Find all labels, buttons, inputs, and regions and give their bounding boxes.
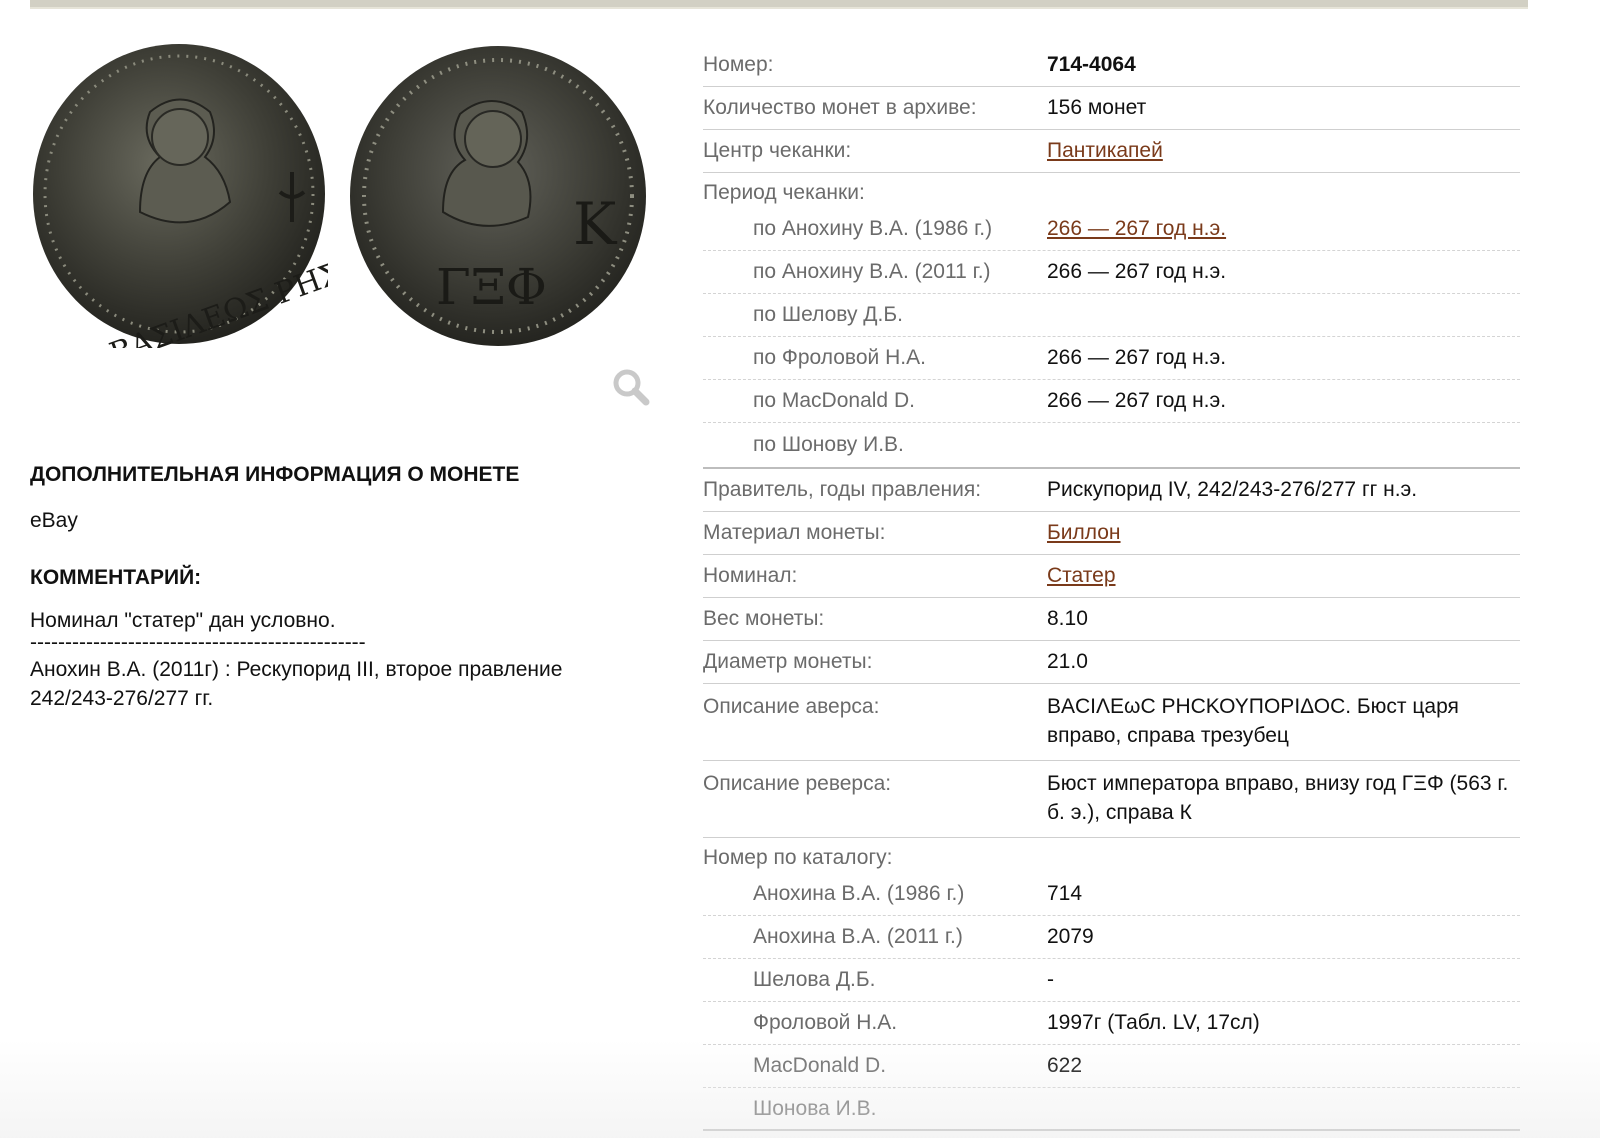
spec-row-catalog-heading: Номер по каталогу: [703, 838, 1520, 873]
catalog-row: Анохина В.А. (2011 г.) 2079 [703, 916, 1520, 959]
period-value: 266 — 267 год н.э. [1047, 346, 1227, 369]
spec-label: Номинал: [703, 564, 798, 587]
catalog-source-label: Шелова Д.Б. [753, 968, 876, 991]
catalog-value: 2079 [1047, 925, 1094, 948]
material-link[interactable]: Биллон [1047, 521, 1121, 544]
period-source-label: по Анохину В.А. (2011 г.) [753, 260, 991, 283]
additional-info-panel: ДОПОЛНИТЕЛЬНАЯ ИНФОРМАЦИЯ О МОНЕТЕ eBay … [30, 462, 650, 713]
spec-row-denomination: Номинал: Статер [703, 555, 1520, 598]
denomination-link[interactable]: Статер [1047, 564, 1116, 587]
spec-label: Материал монеты: [703, 521, 886, 544]
catalog-source-label: Анохина В.А. (2011 г.) [753, 925, 963, 948]
period-row: по Анохину В.А. (2011 г.) 266 — 267 год … [703, 251, 1520, 294]
coin-obverse-image[interactable]: ΒΑΣΙΛΕΩΣ ΡΗΣΚΟΥΠΟΡΙΔΟΣ [30, 42, 328, 348]
comment-line-2: Анохин В.А. (2011г) : Рескупорид III, вт… [30, 658, 563, 710]
spec-label: Вес монеты: [703, 607, 825, 630]
comment-line-1: Номинал "статер" дан условно. [30, 609, 336, 632]
period-row: по MacDonald D. 266 — 267 год н.э. [703, 380, 1520, 423]
spec-value: ΒΑCΙΛΕωC ΡΗCΚΟΥΠΟΡΙΔΟC. Бюст царя вправо… [1047, 695, 1459, 747]
period-row: по Шелову Д.Б. [703, 294, 1520, 337]
spec-value: 8.10 [1047, 607, 1088, 630]
catalog-row: Анохина В.А. (1986 г.) 714 [703, 873, 1520, 916]
mint-link[interactable]: Пантикапей [1047, 139, 1163, 162]
spec-value: 21.0 [1047, 650, 1088, 673]
spec-row-number: Номер: 714-4064 [703, 44, 1520, 87]
spec-row-material: Материал монеты: Биллон [703, 512, 1520, 555]
spec-value: 156 монет [1047, 96, 1147, 119]
spec-row-obverse: Описание аверса: ΒΑCΙΛΕωC ΡΗCΚΟΥΠΟΡΙΔΟC.… [703, 684, 1520, 761]
spec-row-ruler: Правитель, годы правления: Рискупорид IV… [703, 469, 1520, 512]
spec-value: Бюст императора вправо, внизу год ΓΞΦ (5… [1047, 772, 1509, 824]
period-source-label: по Шелову Д.Б. [753, 303, 903, 326]
spec-label: Правитель, годы правления: [703, 478, 982, 501]
period-row: по Шонову И.В. [703, 423, 1520, 469]
catalog-source-label: Анохина В.А. (1986 г.) [753, 882, 965, 905]
reverse-letter-right: Κ [573, 190, 618, 258]
period-value: 266 — 267 год н.э. [1047, 389, 1227, 412]
period-source-label: по Шонову И.В. [753, 433, 904, 456]
period-source-label: по Фроловой Н.А. [753, 346, 926, 369]
period-source-label: по Анохину В.А. (1986 г.) [753, 217, 993, 240]
coin-reverse-image[interactable]: Κ ΓΞΦ [348, 44, 648, 348]
period-source-label: по MacDonald D. [753, 389, 915, 412]
period-row: по Фроловой Н.А. 266 — 267 год н.э. [703, 337, 1520, 380]
catalog-row: Шонова И.В. [703, 1088, 1520, 1131]
spec-row-archive-count: Количество монет в архиве: 156 монет [703, 87, 1520, 130]
source-text: eBay [30, 509, 78, 532]
catalog-source-label: Фроловой Н.А. [753, 1011, 898, 1034]
spec-row-reverse: Описание реверса: Бюст императора вправо… [703, 761, 1520, 838]
period-link[interactable]: 266 — 267 год н.э. [1047, 217, 1226, 240]
spec-label: Номер: [703, 53, 774, 76]
comment-separator: ----------------------------------------… [30, 635, 366, 654]
catalog-source-label: MacDonald D. [753, 1054, 887, 1077]
catalog-source-label: Шонова И.В. [753, 1096, 877, 1120]
spec-row-period-heading: Период чеканки: [703, 173, 1520, 208]
spec-label: Диаметр монеты: [703, 650, 873, 673]
spec-label: Количество монет в архиве: [703, 96, 977, 119]
spec-label: Номер по каталогу: [703, 846, 893, 869]
coin-gallery: ΒΑΣΙΛΕΩΣ ΡΗΣΚΟΥΠΟΡΙΔΟΣ Κ ΓΞΦ [30, 40, 652, 410]
reverse-letters-bottom: ΓΞΦ [436, 258, 547, 316]
catalog-value: 714 [1047, 882, 1083, 905]
catalog-row: MacDonald D. 622 [703, 1045, 1520, 1088]
catalog-value: - [1047, 968, 1054, 991]
catalog-row: Фроловой Н.А. 1997г (Табл. LV, 17сл) [703, 1002, 1520, 1045]
spec-label: Центр чеканки: [703, 139, 852, 162]
period-row: по Анохину В.А. (1986 г.) 266 — 267 год … [703, 208, 1520, 251]
period-value: 266 — 267 год н.э. [1047, 260, 1227, 283]
comment-heading: КОММЕНТАРИЙ: [30, 566, 202, 589]
spec-row-diameter: Диаметр монеты: 21.0 [703, 641, 1520, 684]
spec-value: Рискупорид IV, 242/243-276/277 гг н.э. [1047, 478, 1418, 501]
catalog-value: 622 [1047, 1054, 1083, 1077]
spec-label: Период чеканки: [703, 181, 865, 204]
coin-specs-table: Номер: 714-4064 Количество монет в архив… [703, 44, 1520, 1131]
spec-row-weight: Вес монеты: 8.10 [703, 598, 1520, 641]
spec-value: 714-4064 [1047, 53, 1136, 76]
spec-label: Описание аверса: [703, 695, 880, 718]
spec-row-mint: Центр чеканки: Пантикапей [703, 130, 1520, 173]
magnifier-icon[interactable] [610, 366, 652, 408]
catalog-value: 1997г (Табл. LV, 17сл) [1047, 1011, 1260, 1034]
catalog-row: Шелова Д.Б. - [703, 959, 1520, 1002]
additional-info-heading: ДОПОЛНИТЕЛЬНАЯ ИНФОРМАЦИЯ О МОНЕТЕ [30, 463, 520, 486]
spec-label: Описание реверса: [703, 772, 892, 795]
top-divider [30, 0, 1528, 9]
